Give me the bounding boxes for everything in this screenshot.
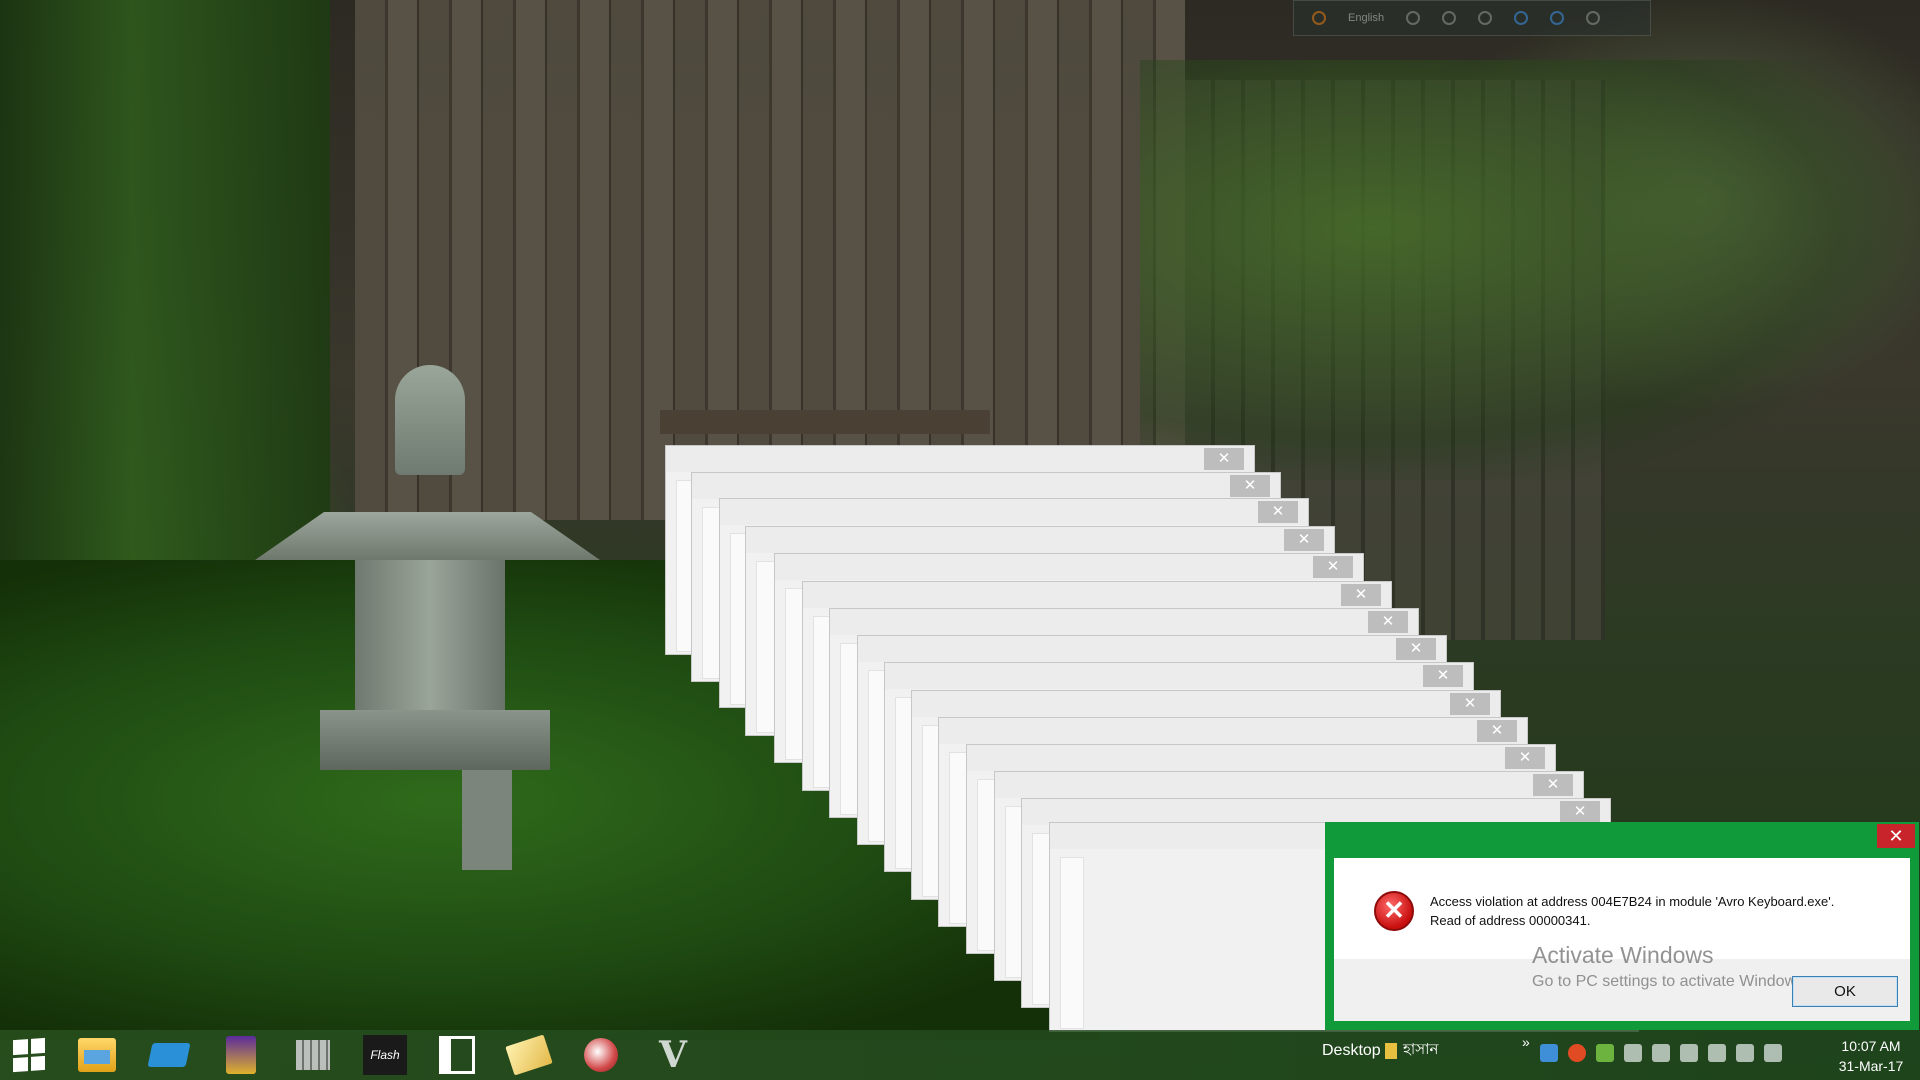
- activate-windows-subtitle: Go to PC settings to activate Windows.: [1532, 973, 1809, 990]
- magnifier-app-icon: [584, 1038, 618, 1072]
- dialog-titlebar[interactable]: ✕: [692, 473, 1280, 499]
- taskbar-calculator[interactable]: [140, 1030, 198, 1080]
- language-flag-icon: [1385, 1042, 1397, 1059]
- stone-lantern-body: [355, 560, 505, 710]
- nvidia-icon[interactable]: [1596, 1044, 1614, 1062]
- grid-app-icon: [296, 1040, 330, 1070]
- close-button[interactable]: ✕: [1450, 693, 1490, 715]
- dialog-titlebar[interactable]: ✕: [912, 691, 1500, 717]
- taskbar-dictionary[interactable]: [212, 1030, 270, 1080]
- taskbar-grid-app[interactable]: [284, 1030, 342, 1080]
- stone-lantern-top: [395, 365, 465, 475]
- close-button[interactable]: ✕: [1423, 665, 1463, 687]
- clock-time: 10:07 AM: [1841, 1038, 1901, 1054]
- clock-date: 31-Mar-17: [1838, 1058, 1904, 1074]
- close-button[interactable]: ✕: [1313, 556, 1353, 578]
- taskbar-flash[interactable]: Flash: [356, 1030, 414, 1080]
- language-label[interactable]: English: [1348, 12, 1384, 24]
- taskbar-file-explorer[interactable]: [68, 1030, 126, 1080]
- close-button[interactable]: ✕: [1341, 584, 1381, 606]
- dialog-titlebar[interactable]: ✕: [803, 582, 1391, 608]
- file-explorer-icon: [78, 1038, 116, 1072]
- close-button[interactable]: ✕: [1533, 774, 1573, 796]
- windows-start-icon: [13, 1037, 45, 1073]
- dialog-titlebar[interactable]: ✕: [885, 663, 1473, 689]
- close-button[interactable]: ✕: [1505, 747, 1545, 769]
- dialog-titlebar[interactable]: ✕: [746, 527, 1334, 553]
- volume-icon[interactable]: [1764, 1044, 1782, 1062]
- start-button[interactable]: [0, 1030, 58, 1080]
- stone-lantern-base: [320, 710, 550, 770]
- bluetooth-icon[interactable]: [1624, 1044, 1642, 1062]
- avro-logo-icon[interactable]: [1312, 11, 1326, 25]
- flash-icon: Flash: [363, 1035, 407, 1075]
- tools-icon[interactable]: [1442, 11, 1457, 25]
- error-dialog[interactable]: ✕ ✕ Access violation at address 004E7B24…: [1325, 822, 1919, 1030]
- input-language-indicator[interactable]: হাসান: [1385, 1038, 1438, 1063]
- toolbar-overflow-chevron[interactable]: »: [1522, 1034, 1530, 1050]
- fence-crossbar: [660, 410, 990, 434]
- info-icon[interactable]: [1586, 11, 1601, 25]
- error-message-line1: Access violation at address 004E7B24 in …: [1430, 894, 1835, 909]
- taskbar-reader[interactable]: [428, 1030, 486, 1080]
- battery-icon[interactable]: [1708, 1044, 1726, 1062]
- input-language-label: হাসান: [1403, 1041, 1439, 1058]
- update-icon[interactable]: [1568, 1044, 1586, 1062]
- dialog-body-strip: [1060, 857, 1084, 1029]
- dialog-content: ✕ Access violation at address 004E7B24 i…: [1334, 858, 1910, 1021]
- dialog-titlebar[interactable]: ✕: [830, 609, 1418, 635]
- dialog-titlebar[interactable]: ✕: [995, 772, 1583, 798]
- error-message-line2: Read of address 00000341.: [1430, 913, 1591, 928]
- dialog-titlebar[interactable]: ✕: [720, 499, 1308, 525]
- display-icon[interactable]: [1680, 1044, 1698, 1062]
- usb-icon[interactable]: [1652, 1044, 1670, 1062]
- stone-lantern-post: [462, 770, 512, 870]
- reader-app-icon: [439, 1036, 475, 1074]
- close-button[interactable]: ✕: [1204, 448, 1244, 470]
- dialog-titlebar[interactable]: ✕: [1325, 822, 1919, 858]
- close-button[interactable]: ✕: [1258, 501, 1298, 523]
- help-icon[interactable]: [1550, 11, 1565, 25]
- dialog-titlebar[interactable]: ✕: [858, 636, 1446, 662]
- error-message: Access violation at address 004E7B24 in …: [1430, 892, 1910, 930]
- notepad-pen-icon: [505, 1034, 553, 1076]
- taskbar-notepad[interactable]: [500, 1030, 558, 1080]
- settings-icon[interactable]: [1478, 11, 1493, 25]
- web-icon[interactable]: [1514, 11, 1529, 25]
- close-button[interactable]: ✕: [1877, 824, 1915, 848]
- error-x-icon: ✕: [1374, 891, 1414, 931]
- taskbar-magnifier[interactable]: [572, 1030, 630, 1080]
- close-button[interactable]: ✕: [1396, 638, 1436, 660]
- dialog-titlebar[interactable]: ✕: [939, 718, 1527, 744]
- system-tray: [1540, 1044, 1782, 1062]
- taskbar-v-app[interactable]: V: [644, 1030, 702, 1080]
- close-button[interactable]: ✕: [1230, 475, 1270, 497]
- taskbar-clock[interactable]: 10:07 AM 31-Mar-17: [1824, 1036, 1918, 1076]
- v-app-icon: V: [659, 1034, 687, 1076]
- tree-foliage: [1140, 60, 1920, 480]
- close-button[interactable]: ✕: [1284, 529, 1324, 551]
- network-blue-icon[interactable]: [1540, 1044, 1558, 1062]
- dialog-titlebar[interactable]: ✕: [967, 745, 1555, 771]
- activate-windows-title: Activate Windows: [1532, 942, 1714, 968]
- close-button[interactable]: ✕: [1477, 720, 1517, 742]
- calculator-icon: [147, 1043, 191, 1067]
- close-button[interactable]: ✕: [1368, 611, 1408, 633]
- desktop-toolbar-label[interactable]: Desktop: [1322, 1042, 1381, 1060]
- keyboard-layout-icon[interactable]: [1406, 11, 1421, 25]
- dialog-titlebar[interactable]: ✕: [775, 554, 1363, 580]
- ok-button[interactable]: OK: [1792, 976, 1898, 1007]
- avro-language-bar[interactable]: English: [1293, 0, 1651, 36]
- close-button[interactable]: ✕: [1560, 801, 1600, 823]
- signal-icon[interactable]: [1736, 1044, 1754, 1062]
- dictionary-app-icon: [226, 1036, 256, 1074]
- wooden-fence: [355, 0, 1185, 520]
- dialog-titlebar[interactable]: ✕: [666, 446, 1254, 472]
